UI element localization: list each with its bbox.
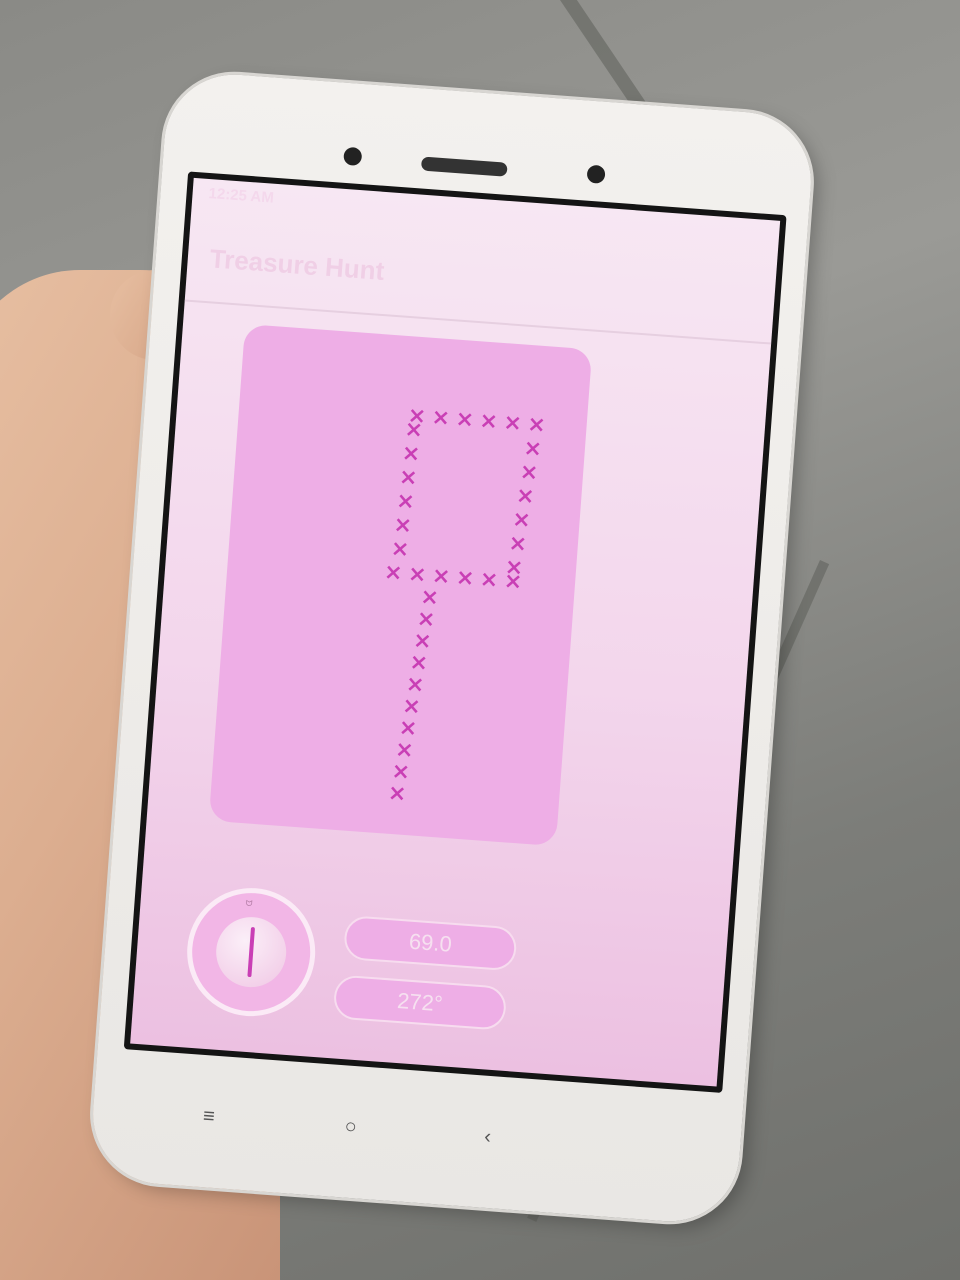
compass-needle bbox=[247, 927, 256, 978]
path-marker: × bbox=[455, 407, 475, 433]
map-path: × × × × × ××××××××××××××××××××××××××××× bbox=[383, 403, 546, 807]
phone: 12:25 AM Treasure Hunt × × × × × × × × × × × × × × × × ×… bbox=[88, 69, 816, 1227]
path-marker: × bbox=[395, 489, 415, 515]
menu-icon[interactable]: ≡ bbox=[202, 1105, 215, 1129]
path-marker: × bbox=[511, 507, 531, 533]
screen: 12:25 AM Treasure Hunt × × × × × × × × × × × × × × × × ×… bbox=[123, 171, 787, 1093]
path-marker: × bbox=[387, 781, 407, 807]
path-marker: × bbox=[523, 436, 543, 462]
path-marker: × bbox=[479, 567, 499, 593]
status-time: 12:25 AM bbox=[208, 184, 275, 207]
app-title: Treasure Hunt bbox=[208, 243, 386, 286]
app-display: 12:25 AM Treasure Hunt × × × × × × × × × × × × × × × × ×… bbox=[130, 177, 781, 1087]
path-marker: × bbox=[519, 460, 539, 486]
sensor bbox=[586, 164, 606, 184]
path-marker: × bbox=[383, 560, 403, 586]
path-marker: × bbox=[390, 536, 410, 562]
path-marker: × bbox=[503, 569, 523, 595]
path-marker: × bbox=[404, 417, 424, 443]
compass-icon: ᗢ bbox=[182, 883, 320, 1021]
path-marker: × bbox=[398, 465, 418, 491]
compass-dial bbox=[213, 914, 289, 990]
path-marker: × bbox=[479, 408, 499, 434]
back-icon[interactable]: ‹ bbox=[483, 1126, 491, 1149]
earpiece bbox=[420, 156, 508, 177]
path-marker: × bbox=[508, 531, 528, 557]
front-camera bbox=[343, 146, 363, 167]
path-marker: × bbox=[393, 512, 413, 538]
heading-readout: 272° bbox=[332, 974, 508, 1031]
path-marker: × bbox=[526, 412, 546, 438]
path-marker: × bbox=[431, 405, 451, 431]
home-icon[interactable]: ○ bbox=[344, 1115, 358, 1139]
path-marker: × bbox=[455, 565, 475, 591]
treasure-map[interactable]: × × × × × × × × × × × × × × × × × × × × × × × × × × × × × × × × × × bbox=[208, 323, 593, 847]
compass-label-top: ᗢ bbox=[245, 898, 253, 909]
path-marker: × bbox=[515, 483, 535, 509]
distance-readout: 69.0 bbox=[342, 914, 518, 972]
path-marker: × bbox=[401, 441, 421, 467]
path-marker: × bbox=[503, 410, 523, 436]
